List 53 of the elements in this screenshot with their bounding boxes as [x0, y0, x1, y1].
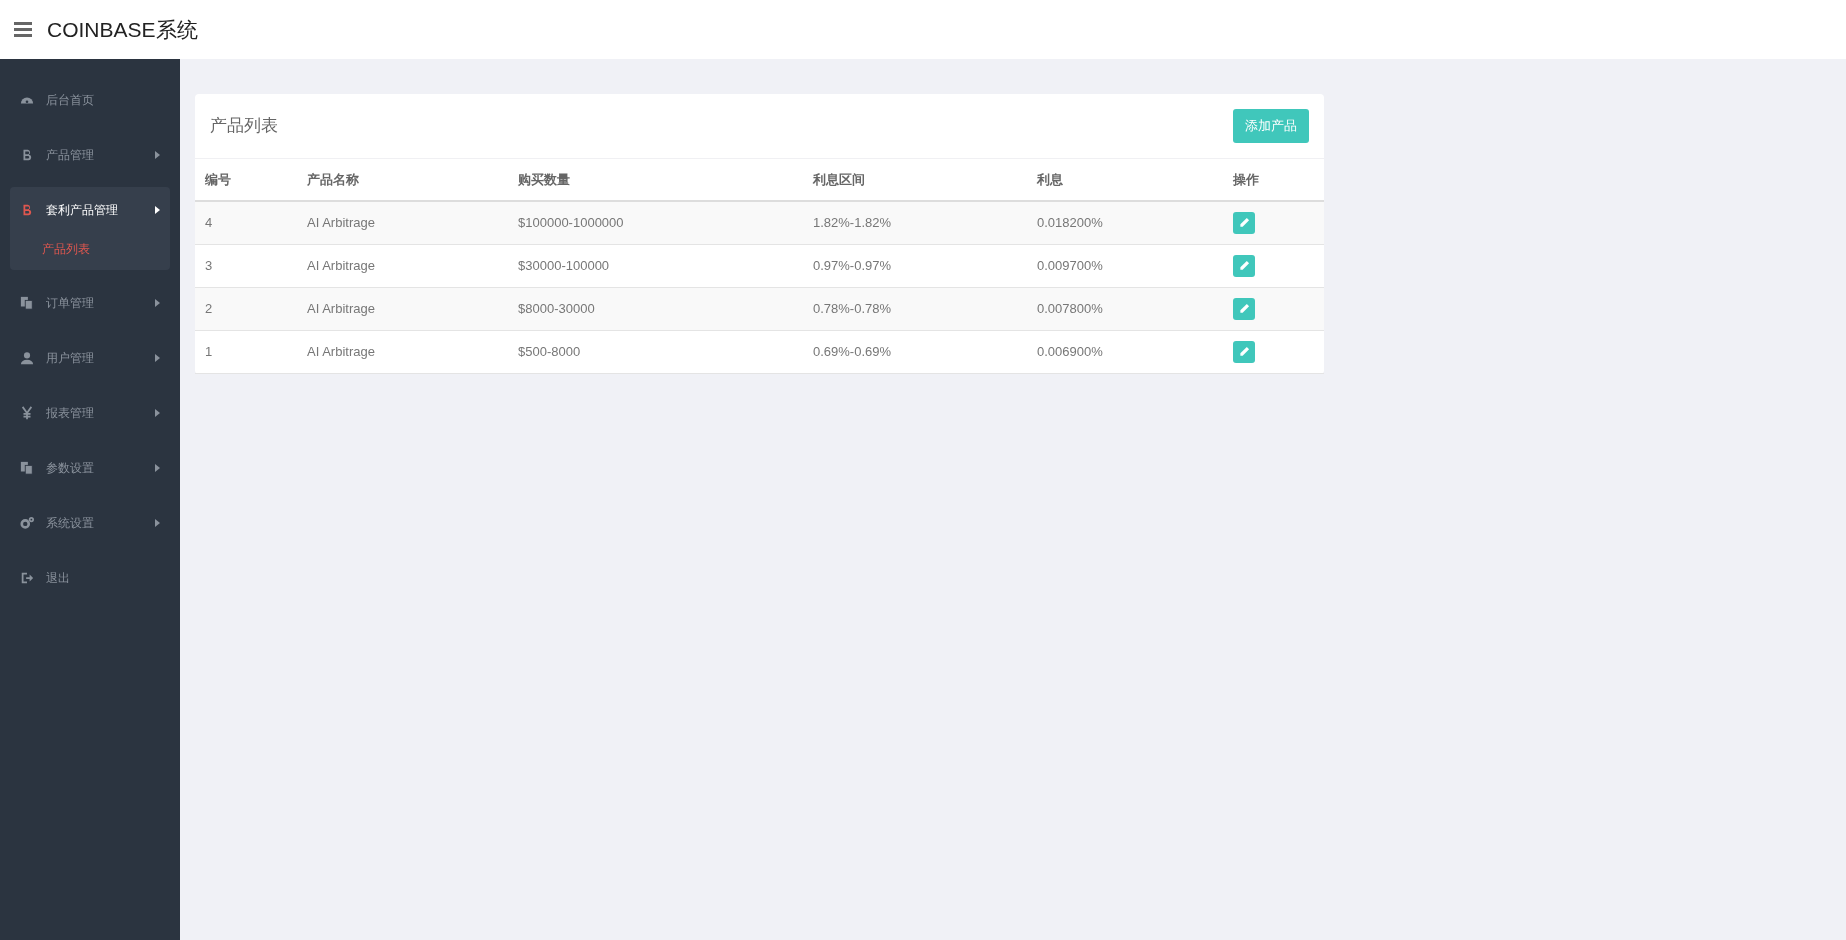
yen-icon — [20, 405, 34, 420]
table-cell: 0.97%-0.97% — [813, 257, 892, 273]
submenu-item[interactable]: 产品列表 — [10, 232, 170, 270]
sidebar-item[interactable]: 套利产品管理 — [10, 187, 170, 232]
table-cell: AI Arbitrage — [307, 300, 375, 316]
pencil-icon — [1238, 260, 1250, 271]
table-cell: 0.009700% — [1037, 257, 1103, 273]
sidebar-item[interactable]: 退出 — [10, 555, 170, 600]
edit-button[interactable] — [1233, 297, 1255, 320]
table-cell: $8000-30000 — [518, 300, 595, 316]
table-cell: $100000-1000000 — [518, 215, 624, 230]
table-cell: AI Arbitrage — [307, 343, 375, 359]
table-cell: 0.007800% — [1037, 300, 1103, 316]
table-cell: 0.78%-0.78% — [813, 300, 892, 316]
table-cell: $500-8000 — [518, 343, 581, 359]
sidebar-item[interactable]: 报表管理 — [10, 390, 170, 435]
column-header: 购买数量 — [518, 171, 570, 187]
column-header: 产品名称 — [307, 171, 359, 187]
table-cell: 4 — [205, 215, 213, 230]
card-title: 产品列表 — [210, 115, 278, 138]
logo-text: COINBASE系统 — [47, 16, 198, 43]
menu-icon[interactable] — [14, 22, 32, 37]
table-cell: 2 — [205, 300, 213, 316]
table-cell: 1.82%-1.82% — [813, 215, 892, 230]
column-header: 操作 — [1233, 171, 1259, 187]
sign-out-icon — [20, 570, 34, 585]
edit-button[interactable] — [1233, 340, 1255, 363]
edit-button[interactable] — [1233, 254, 1255, 277]
table-cell: 3 — [205, 257, 213, 273]
sidebar-item[interactable]: 系统设置 — [10, 500, 170, 545]
table-cell: AI Arbitrage — [307, 215, 375, 230]
column-header: 利息 — [1037, 171, 1063, 187]
edit-button[interactable] — [1233, 211, 1255, 234]
sidebar-item[interactable]: 参数设置 — [10, 445, 170, 490]
sidebar-item[interactable]: 产品管理 — [10, 132, 170, 177]
pencil-icon — [1238, 303, 1250, 314]
gears-icon — [20, 515, 34, 530]
table-cell: AI Arbitrage — [307, 257, 375, 273]
table-cell: 0.69%-0.69% — [813, 343, 892, 359]
sidebar-item[interactable]: 后台首页 — [10, 77, 170, 122]
table-cell: 0.018200% — [1037, 215, 1103, 230]
documents-icon — [20, 460, 34, 475]
table-cell: $30000-100000 — [518, 257, 610, 273]
sidebar-item[interactable]: 用户管理 — [10, 335, 170, 380]
pencil-icon — [1238, 346, 1250, 357]
column-header: 编号 — [205, 171, 231, 187]
pencil-icon — [1238, 217, 1250, 229]
table-cell: 1 — [205, 343, 213, 359]
sidebar-item[interactable]: 订单管理 — [10, 280, 170, 325]
table-cell: 0.006900% — [1037, 343, 1103, 359]
column-header: 利息区间 — [813, 171, 865, 187]
documents-icon — [20, 295, 34, 310]
user-icon — [20, 350, 34, 365]
